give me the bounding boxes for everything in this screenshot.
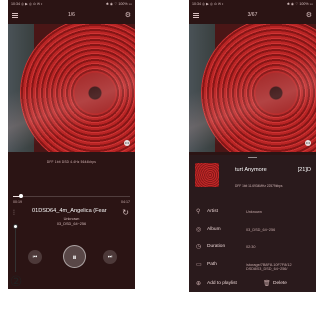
format-info: DFF 1bit DSD 4.4Hz 5644kbps — [46, 160, 97, 164]
status-icons: ✱ ◉ ⌔ 100% ▭ — [286, 2, 313, 6]
sheet-footer: ⊕ Add to playlist 🗑 Delete — [189, 278, 316, 290]
artist-row: ⚲ Artist Unknown — [189, 206, 316, 218]
track-counter: 3/67 — [247, 12, 258, 18]
clock-icon: ◷ — [196, 244, 202, 250]
sheet-song-title: turt Anymore — [235, 167, 267, 173]
player-screen: 10:34 ◎ ▶ ◎ ⊙ ✉ • ✱ ◉ ⌔ 100% ▭ 1/6 ⚙ •••… — [8, 0, 135, 289]
song-info-screen: 10:34 ◎ ▶ ◎ ⊙ ✉ • ✱ ◉ ⌔ 100% ▭ 3/67 ⚙ ••… — [189, 0, 316, 292]
path-row: ▭ Path /storage/7B8F8-10F7F8/12 DSD8/03_… — [189, 259, 316, 271]
delete-button[interactable]: Delete — [273, 281, 287, 286]
artist-name: Unknown — [63, 217, 80, 221]
settings-gear-icon[interactable]: ⚙ — [125, 11, 131, 19]
status-icons: ✱ ◉ ⌔ 100% ▭ — [105, 2, 132, 6]
album-label: Album — [207, 227, 221, 232]
callout-dot — [13, 224, 18, 229]
top-bar: 1/6 ⚙ — [8, 9, 135, 23]
sheet-format-info: DFF 1bit 11.6934MHz 22579kbps — [235, 184, 283, 188]
disc-icon: ◎ — [196, 227, 202, 233]
album-thumbnail — [195, 163, 219, 187]
trash-icon[interactable]: 🗑 — [263, 280, 271, 287]
status-time: 10:34 ◎ ▶ ◎ ⊙ ✉ • — [11, 2, 43, 6]
top-bar: 3/67 ⚙ — [189, 9, 316, 23]
time-total: 04:17 — [121, 200, 130, 204]
path-value-line2: DSD8/03_DSD_64~256/ — [246, 267, 288, 272]
duration-row: ◷ Duration 02:30 — [189, 241, 316, 253]
time-elapsed: 00:19 — [13, 200, 22, 204]
play-pause-button[interactable]: ⏸ — [63, 245, 86, 268]
callout-number: ② — [9, 274, 23, 290]
album-art: ••• — [8, 24, 135, 152]
progress-bar[interactable] — [13, 194, 130, 198]
settings-gear-icon[interactable]: ⚙ — [306, 11, 312, 19]
song-title: 01DSD64_4m_Angelica (Fear — [32, 208, 107, 214]
person-icon: ⚲ — [196, 209, 201, 215]
add-to-playlist-button[interactable]: Add to playlist — [207, 281, 237, 286]
add-playlist-icon[interactable]: ⊕ — [196, 280, 201, 287]
more-options-icon[interactable]: ••• — [305, 140, 311, 146]
progress-knob[interactable] — [19, 194, 24, 198]
duration-value: 02:30 — [246, 244, 256, 249]
track-counter: 1/6 — [68, 12, 75, 18]
status-bar: 10:34 ◎ ▶ ◎ ⊙ ✉ • ✱ ◉ ⌔ 100% ▭ — [8, 0, 135, 9]
path-value-line1: /storage/7B8F8-10F7F8/12 — [246, 262, 292, 267]
artist-label: Artist — [207, 209, 218, 214]
previous-button[interactable]: ⏮ — [28, 250, 42, 264]
status-time: 10:34 ◎ ▶ ◎ ⊙ ✉ • — [192, 2, 224, 6]
song-info-sheet: turt Anymore [21]D DFF 1bit 11.6934MHz 2… — [189, 155, 316, 292]
status-bar: 10:34 ◎ ▶ ◎ ⊙ ✉ • ✱ ◉ ⌔ 100% ▭ — [189, 0, 316, 9]
folder-icon: ▭ — [196, 262, 202, 268]
figure: 10:34 ◎ ▶ ◎ ⊙ ✉ • ✱ ◉ ⌔ 100% ▭ 1/6 ⚙ •••… — [0, 0, 319, 322]
album-row: ◎ Album 03_DSD_64~256 — [189, 224, 316, 236]
album-name: 03_DSD_64~256 — [56, 222, 87, 226]
path-value: /storage/7B8F8-10F7F8/12 DSD8/03_DSD_64~… — [246, 263, 292, 272]
album-value: 03_DSD_64~256 — [246, 227, 276, 232]
album-art: ••• — [189, 24, 316, 152]
repeat-icon[interactable]: ↻ — [122, 208, 129, 217]
duration-label: Duration — [207, 244, 226, 249]
callout-line — [15, 226, 16, 272]
more-options-icon[interactable]: ••• — [124, 140, 130, 146]
next-button[interactable]: ⏭ — [103, 250, 117, 264]
sheet-drag-handle[interactable] — [248, 157, 257, 158]
artist-value: Unknown — [246, 209, 262, 214]
sheet-song-title-tail: [21]D — [297, 167, 311, 173]
progress-track — [13, 195, 130, 197]
path-label: Path — [207, 262, 217, 267]
